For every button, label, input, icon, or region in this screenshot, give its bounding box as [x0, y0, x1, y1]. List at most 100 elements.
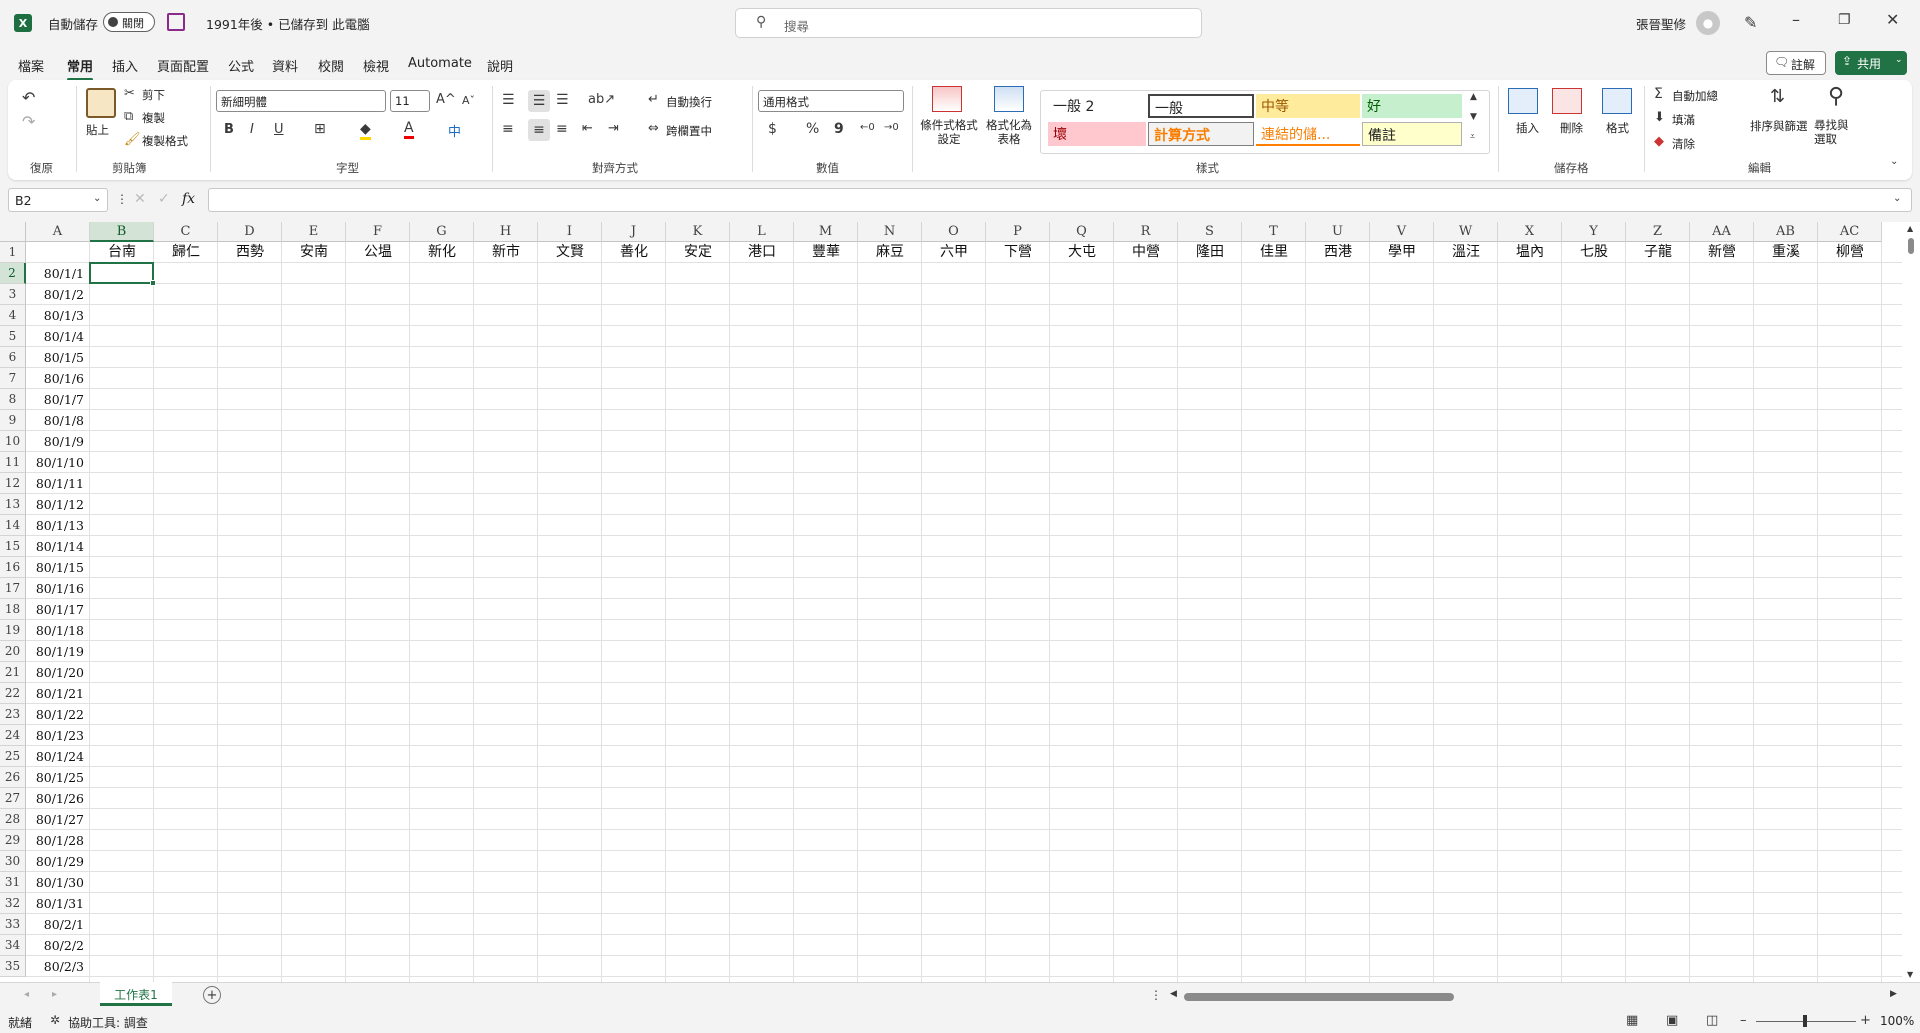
row-header[interactable]: 5	[0, 326, 26, 347]
column-header[interactable]: AA	[1690, 222, 1754, 242]
selected-cell[interactable]	[89, 262, 156, 286]
sort-filter-icon[interactable]: ⇅	[1770, 86, 1785, 107]
style-calculation[interactable]: 計算方式	[1148, 122, 1254, 146]
more-options-icon[interactable]: ⋮	[116, 192, 128, 206]
menu-tab-2[interactable]: 插入	[112, 56, 138, 75]
sheet-tab-active[interactable]: 工作表1	[100, 982, 172, 1006]
menu-tab-5[interactable]: 資料	[272, 56, 298, 75]
save-icon[interactable]	[167, 13, 185, 31]
column-header[interactable]: B	[90, 222, 154, 242]
column-header[interactable]: N	[858, 222, 922, 242]
header-cell[interactable]: 佳里	[1242, 242, 1306, 263]
zoom-in-icon[interactable]: +	[1860, 1013, 1871, 1028]
header-cell[interactable]: 西港	[1306, 242, 1370, 263]
column-header[interactable]: Z	[1626, 222, 1690, 242]
autosum-label[interactable]: 自動加總	[1672, 88, 1718, 104]
header-cell[interactable]: 塭內	[1498, 242, 1562, 263]
decrease-decimal-icon[interactable]: →0	[884, 122, 899, 133]
border-icon[interactable]: ⊞	[314, 121, 326, 137]
currency-icon[interactable]: $	[768, 121, 777, 137]
column-header[interactable]: F	[346, 222, 410, 242]
scroll-up-icon[interactable]: ▲	[1907, 224, 1913, 233]
header-cell[interactable]: 學甲	[1370, 242, 1434, 263]
date-cell[interactable]: 80/1/4	[26, 326, 90, 347]
gallery-down-icon[interactable]: ▼	[1470, 112, 1477, 122]
column-header[interactable]: S	[1178, 222, 1242, 242]
zoom-out-icon[interactable]: –	[1740, 1013, 1747, 1028]
autosave-toggle[interactable]: 關閉	[103, 12, 155, 32]
style-good[interactable]: 好	[1362, 94, 1462, 118]
merge-center-label[interactable]: 跨欄置中	[666, 123, 712, 139]
font-name-select[interactable]: 新細明體	[216, 90, 386, 112]
undo-icon[interactable]: ↶	[22, 88, 35, 107]
header-cell[interactable]: 文賢	[538, 242, 602, 263]
row-header[interactable]: 22	[0, 683, 26, 704]
clear-label[interactable]: 清除	[1672, 136, 1695, 152]
header-cell[interactable]: 柳營	[1818, 242, 1882, 263]
share-button[interactable]: ⇪ 共用 ⌄	[1835, 51, 1907, 75]
row-header[interactable]: 13	[0, 494, 26, 515]
page-break-icon[interactable]: ◫	[1706, 1013, 1718, 1028]
row-header[interactable]: 33	[0, 914, 26, 935]
date-cell[interactable]: 80/2/3	[26, 956, 90, 977]
date-cell[interactable]: 80/1/6	[26, 368, 90, 389]
column-header[interactable]: M	[794, 222, 858, 242]
row-header[interactable]: 26	[0, 767, 26, 788]
sort-filter-label[interactable]: 排序與篩選	[1750, 118, 1808, 134]
row-header[interactable]: 2	[0, 263, 26, 284]
number-format-select[interactable]: 通用格式	[758, 90, 904, 112]
header-cell[interactable]: 公塭	[346, 242, 410, 263]
header-cell[interactable]: 子龍	[1626, 242, 1690, 263]
worksheet-grid[interactable]: A B C D E F G H I J K L M N O P Q R S T U V W X Y Z AA AB AC 1 2 3 4 5 6 7 8…	[0, 222, 1920, 982]
paste-label[interactable]: 貼上	[86, 122, 109, 138]
fill-color-icon[interactable]: ◆	[360, 121, 371, 140]
header-cell[interactable]: 大屯	[1050, 242, 1114, 263]
delete-cells-label[interactable]: 刪除	[1560, 120, 1583, 136]
date-cell[interactable]: 80/1/28	[26, 830, 90, 851]
font-size-select[interactable]: 11	[390, 90, 430, 112]
date-cell[interactable]: 80/1/29	[26, 851, 90, 872]
date-cell[interactable]: 80/1/10	[26, 452, 90, 473]
decrease-font-icon[interactable]: Aˇ	[462, 94, 475, 107]
row-header[interactable]: 21	[0, 662, 26, 683]
cancel-formula-icon[interactable]: ✕	[134, 191, 146, 207]
insert-function-button[interactable]: fx	[182, 191, 195, 207]
column-header[interactable]: I	[538, 222, 602, 242]
header-cell[interactable]: 新化	[410, 242, 474, 263]
column-header[interactable]: C	[154, 222, 218, 242]
scroll-thumb[interactable]	[1908, 238, 1914, 254]
row-header[interactable]: 23	[0, 704, 26, 725]
row-header[interactable]: 16	[0, 557, 26, 578]
zoom-level[interactable]: 100%	[1880, 1014, 1914, 1028]
orientation-icon[interactable]: ab↗	[588, 92, 615, 107]
insert-cells-icon[interactable]	[1508, 88, 1538, 114]
align-center-icon[interactable]: ≡	[528, 119, 550, 141]
menu-tab-7[interactable]: 檢視	[363, 56, 389, 75]
insert-cells-label[interactable]: 插入	[1516, 120, 1539, 136]
column-header[interactable]: Q	[1050, 222, 1114, 242]
page-layout-icon[interactable]: ▣	[1666, 1013, 1678, 1028]
column-header[interactable]: O	[922, 222, 986, 242]
column-header[interactable]: V	[1370, 222, 1434, 242]
row-header[interactable]: 15	[0, 536, 26, 557]
row-header[interactable]: 20	[0, 641, 26, 662]
prev-sheet-icon[interactable]: ◂	[24, 989, 29, 1000]
style-neutral[interactable]: 中等	[1256, 94, 1360, 118]
row-header[interactable]: 24	[0, 725, 26, 746]
menu-tab-9[interactable]: 說明	[487, 56, 513, 75]
date-cell[interactable]: 80/1/7	[26, 389, 90, 410]
column-header[interactable]: U	[1306, 222, 1370, 242]
copy-label[interactable]: 複製	[142, 110, 165, 126]
horizontal-scrollbar-track[interactable]	[1184, 993, 1884, 1001]
search-box[interactable]: ⚲ 搜尋	[735, 8, 1202, 38]
redo-icon[interactable]: ↷	[22, 112, 35, 131]
header-cell[interactable]: 台南	[90, 242, 154, 263]
header-cell[interactable]: 下營	[986, 242, 1050, 263]
user-name[interactable]: 張晉聖修	[1636, 14, 1686, 33]
row-header[interactable]: 31	[0, 872, 26, 893]
date-cell[interactable]: 80/1/2	[26, 284, 90, 305]
date-cell[interactable]: 80/1/21	[26, 683, 90, 704]
column-header[interactable]: J	[602, 222, 666, 242]
format-painter-label[interactable]: 複製格式	[142, 133, 188, 149]
row-header[interactable]: 11	[0, 452, 26, 473]
